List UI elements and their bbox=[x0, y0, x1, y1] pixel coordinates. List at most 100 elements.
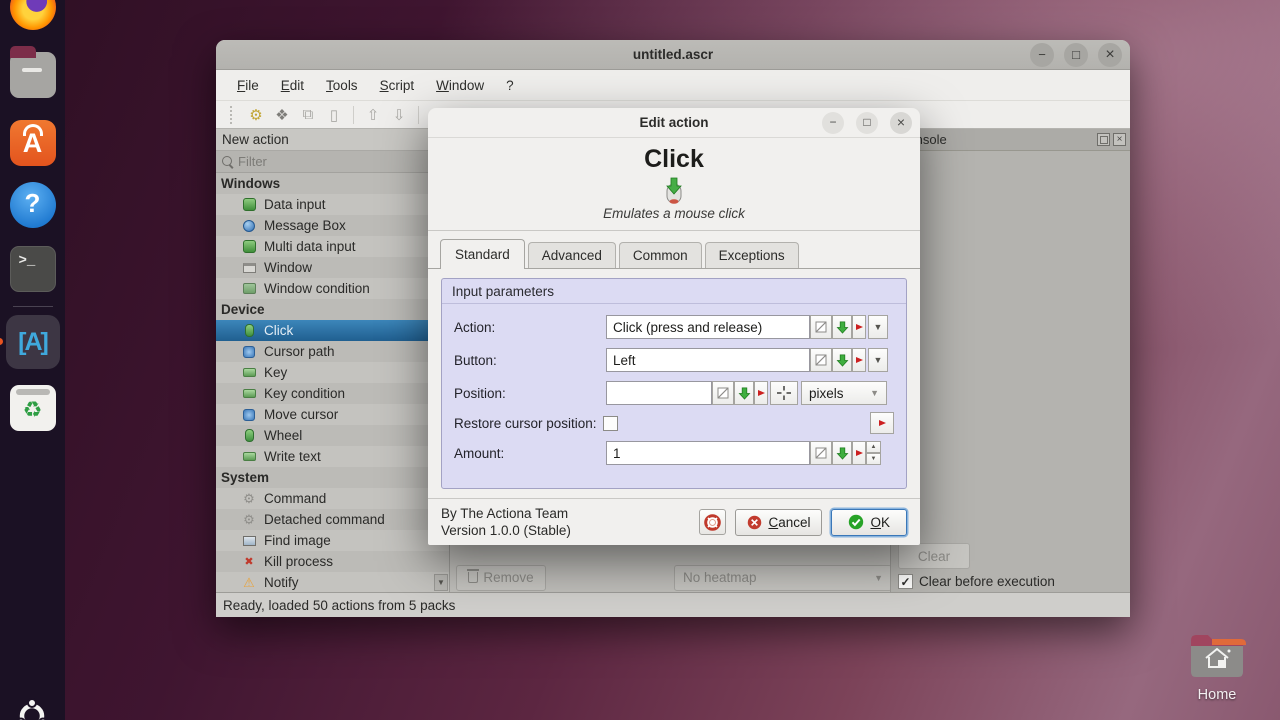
position-picker-button[interactable] bbox=[770, 381, 798, 405]
menu-file[interactable]: File bbox=[228, 74, 268, 97]
heatmap-select[interactable]: No heatmap ▼ bbox=[674, 565, 892, 591]
spin-up-button[interactable]: ▲ bbox=[866, 441, 881, 453]
action-item-cursor-path[interactable]: Cursor path bbox=[216, 341, 449, 362]
dialog-titlebar[interactable]: Edit action bbox=[428, 108, 920, 138]
files-icon[interactable] bbox=[10, 52, 56, 98]
console-header: Console bbox=[891, 129, 1130, 151]
delete-button[interactable]: ▯ bbox=[324, 105, 344, 125]
key-condition-icon bbox=[242, 387, 256, 401]
tab-standard[interactable]: Standard bbox=[440, 239, 525, 269]
flag-button[interactable] bbox=[852, 315, 866, 339]
category-system: System bbox=[216, 467, 449, 488]
move-down-button[interactable]: ⇩ bbox=[389, 105, 409, 125]
action-item-kill-process[interactable]: Kill process bbox=[216, 551, 449, 572]
statusbar: Ready, loaded 50 actions from 5 packs bbox=[216, 592, 1130, 617]
detached-command-icon bbox=[242, 513, 256, 527]
category-device: Device bbox=[216, 299, 449, 320]
restore-cursor-checkbox[interactable] bbox=[603, 416, 618, 431]
action-dropdown-arrow[interactable]: ▼ bbox=[868, 315, 888, 339]
clear-before-execution-checkbox[interactable] bbox=[898, 574, 913, 589]
menu-window[interactable]: Window bbox=[427, 74, 493, 97]
action-item-detached-command[interactable]: Detached command bbox=[216, 509, 449, 530]
filter-input[interactable] bbox=[238, 154, 445, 169]
position-field-row: Position: pixels ▼ bbox=[454, 381, 894, 405]
action-item-wheel[interactable]: Wheel bbox=[216, 425, 449, 446]
unit-select[interactable]: pixels ▼ bbox=[801, 381, 887, 405]
help-icon[interactable] bbox=[10, 182, 56, 228]
close-button[interactable] bbox=[1098, 43, 1122, 67]
cancel-button[interactable]: Cancel bbox=[735, 509, 822, 536]
action-item-window-condition[interactable]: Window condition bbox=[216, 278, 449, 299]
button-dropdown-arrow[interactable]: ▼ bbox=[868, 348, 888, 372]
move-up-button[interactable]: ⇧ bbox=[363, 105, 383, 125]
flag-button[interactable] bbox=[852, 348, 866, 372]
tab-common[interactable]: Common bbox=[619, 242, 702, 268]
menu-tools[interactable]: Tools bbox=[317, 74, 367, 97]
minimize-button[interactable] bbox=[1030, 43, 1054, 67]
insert-variable-button[interactable] bbox=[832, 315, 852, 339]
action-item-write-text[interactable]: Write text bbox=[216, 446, 449, 467]
kill-process-icon bbox=[242, 555, 256, 569]
dialog-minimize-button[interactable] bbox=[822, 112, 844, 134]
ubuntu-software-icon[interactable]: A bbox=[10, 120, 56, 166]
flag-button[interactable] bbox=[852, 441, 866, 465]
tab-exceptions[interactable]: Exceptions bbox=[705, 242, 799, 268]
toolbar-separator bbox=[418, 106, 419, 124]
flag-button[interactable] bbox=[870, 412, 894, 434]
action-item-key-condition[interactable]: Key condition bbox=[216, 383, 449, 404]
menu-help[interactable]: ? bbox=[497, 74, 523, 97]
action-item-find-image[interactable]: Find image bbox=[216, 530, 449, 551]
main-titlebar[interactable]: untitled.ascr bbox=[216, 40, 1130, 70]
chevron-down-icon: ▼ bbox=[874, 573, 883, 583]
key-icon bbox=[242, 366, 256, 380]
restore-label: Restore cursor position: bbox=[454, 416, 597, 431]
action-item-key[interactable]: Key bbox=[216, 362, 449, 383]
action-value-input[interactable]: Click (press and release) bbox=[606, 315, 810, 339]
dialog-header: Click Emulates a mouse click bbox=[428, 138, 920, 231]
menu-script[interactable]: Script bbox=[371, 74, 424, 97]
help-button[interactable] bbox=[699, 509, 726, 535]
insert-variable-button[interactable] bbox=[734, 381, 754, 405]
remove-button[interactable]: Remove bbox=[456, 565, 546, 591]
actiona-dock-item[interactable]: [A] bbox=[6, 315, 60, 369]
editor-button[interactable] bbox=[810, 441, 832, 465]
action-item-command[interactable]: Command bbox=[216, 488, 449, 509]
copy-button[interactable]: ⧉ bbox=[298, 105, 318, 125]
ok-button[interactable]: OK bbox=[831, 509, 907, 536]
dialog-maximize-button[interactable] bbox=[856, 112, 878, 134]
action-item-message-box[interactable]: Message Box bbox=[216, 215, 449, 236]
button-value-input[interactable]: Left bbox=[606, 348, 810, 372]
filter-bar bbox=[216, 151, 449, 173]
maximize-button[interactable] bbox=[1064, 43, 1088, 67]
insert-variable-button[interactable] bbox=[832, 348, 852, 372]
console-float-button[interactable] bbox=[1097, 133, 1110, 146]
menu-edit[interactable]: Edit bbox=[272, 74, 313, 97]
position-value-input[interactable] bbox=[606, 381, 712, 405]
action-item-click[interactable]: Click bbox=[216, 320, 449, 341]
editor-button[interactable] bbox=[712, 381, 734, 405]
amount-value-input[interactable]: 1 bbox=[606, 441, 810, 465]
toolbar-handle[interactable] bbox=[230, 106, 234, 124]
save-button[interactable]: ❖ bbox=[272, 105, 292, 125]
insert-variable-button[interactable] bbox=[832, 441, 852, 465]
console-close-button[interactable] bbox=[1113, 133, 1126, 146]
new-script-button[interactable]: ⚙ bbox=[246, 105, 266, 125]
tab-advanced[interactable]: Advanced bbox=[528, 242, 616, 268]
flag-button[interactable] bbox=[754, 381, 768, 405]
home-shortcut[interactable]: Home bbox=[1186, 632, 1248, 703]
dialog-close-button[interactable] bbox=[890, 112, 912, 134]
dialog-title: Edit action bbox=[639, 115, 708, 130]
editor-button[interactable] bbox=[810, 315, 832, 339]
editor-button[interactable] bbox=[810, 348, 832, 372]
spin-down-button[interactable]: ▼ bbox=[866, 453, 881, 465]
action-item-notify[interactable]: Notify bbox=[216, 572, 449, 592]
clear-console-button[interactable]: Clear bbox=[898, 543, 970, 569]
terminal-icon[interactable] bbox=[10, 246, 56, 292]
action-item-data-input[interactable]: Data input bbox=[216, 194, 449, 215]
action-item-multi-data-input[interactable]: Multi data input bbox=[216, 236, 449, 257]
trash-icon[interactable] bbox=[10, 385, 56, 431]
action-item-move-cursor[interactable]: Move cursor bbox=[216, 404, 449, 425]
firefox-icon[interactable] bbox=[10, 0, 56, 30]
sidebar-scroll-down-button[interactable]: ▼ bbox=[434, 574, 448, 591]
action-item-window[interactable]: Window bbox=[216, 257, 449, 278]
